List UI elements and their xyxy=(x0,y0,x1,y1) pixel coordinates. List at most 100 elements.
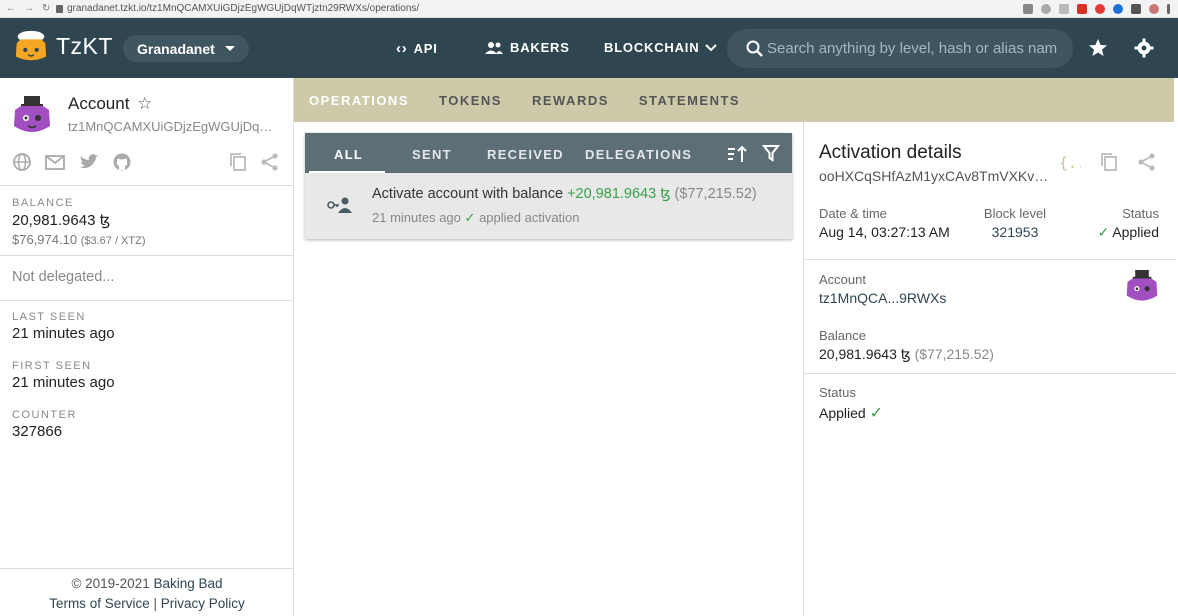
profile-avatar[interactable] xyxy=(1149,3,1159,14)
counter-value: 327866 xyxy=(12,423,63,440)
puzzle-extension-icon[interactable] xyxy=(1131,3,1141,14)
check-icon: ✓ xyxy=(1097,224,1110,240)
star-icon[interactable] xyxy=(1088,38,1108,58)
globe-icon[interactable] xyxy=(12,152,32,172)
details-title: Activation details xyxy=(819,142,962,163)
privacy-link[interactable]: Privacy Policy xyxy=(161,596,245,611)
forward-icon[interactable]: → xyxy=(24,3,34,14)
account-actions xyxy=(228,152,280,172)
status2-label: Status xyxy=(819,385,856,400)
account-address[interactable]: tz1MnQCAMXUiGDjzEgWGUjDqWTjztn29RWXs xyxy=(68,119,283,134)
tab-operations[interactable]: OPERATIONS xyxy=(309,93,409,108)
translate-icon[interactable] xyxy=(1023,3,1033,14)
gear-icon[interactable] xyxy=(1134,38,1154,58)
address-text: granadanet.tzkt.io/tz1MnQCAMXUiGDjzEgWGU… xyxy=(67,3,420,14)
balance-field: Balance 20,981.9643 ꜩ ($77,215.52) xyxy=(819,328,994,363)
operation-row[interactable]: Activate account with balance +20,981.96… xyxy=(305,173,792,239)
account-title-text: Account xyxy=(68,94,130,113)
account-tabs: OPERATIONS TOKENS REWARDS STATEMENTS xyxy=(294,78,1174,122)
filter-delegations[interactable]: DELEGATIONS xyxy=(585,147,692,162)
github-icon[interactable] xyxy=(112,152,132,172)
tzkt-cat-logo-icon[interactable] xyxy=(12,28,50,66)
nav-api[interactable]: ‹› API xyxy=(396,40,438,57)
operation-text: Activate account with balance xyxy=(372,186,564,202)
address-bar[interactable]: granadanet.tzkt.io/tz1MnQCAMXUiGDjzEgWGU… xyxy=(56,2,1023,16)
details-balance-usd: ($77,215.52) xyxy=(914,346,994,362)
search-icon xyxy=(746,40,763,57)
footer-links: Terms of Service | Privacy Policy xyxy=(0,594,294,614)
zoom-icon[interactable] xyxy=(1041,3,1051,14)
activation-details-panel: Activation details ooHXCqSHfAzM1yxCAv8Tm… xyxy=(803,122,1176,616)
account-panel: Account ☆ tz1MnQCAMXUiGDjzEgWGUjDqWTjztn… xyxy=(0,78,294,616)
sort-icon[interactable] xyxy=(726,144,748,164)
operation-time: 21 minutes ago xyxy=(372,210,461,225)
nav-api-label: API xyxy=(413,41,438,56)
company-link[interactable]: Baking Bad xyxy=(153,576,222,591)
browser-toolbar: ← → ↻ granadanet.tzkt.io/tz1MnQCAMXUiGDj… xyxy=(0,0,1178,18)
balance-section: BALANCE 20,981.9643 ꜩ $76,974.10 ($3.67 … xyxy=(0,186,294,256)
twitter-icon[interactable] xyxy=(78,152,100,172)
tab-rewards[interactable]: REWARDS xyxy=(532,93,609,108)
check-icon: ✓ xyxy=(869,405,883,422)
balance-usd: $76,974.10 ($3.67 / XTZ) xyxy=(12,232,282,247)
account-link[interactable]: tz1MnQCA...9RWXs xyxy=(819,290,946,306)
block-label: Block level xyxy=(983,206,1047,221)
divider xyxy=(804,259,1176,260)
back-icon[interactable]: ← xyxy=(6,3,16,14)
svg-text:{..}: {..} xyxy=(1059,154,1081,172)
check-icon: ✓ xyxy=(464,210,476,225)
filter-received[interactable]: RECEIVED xyxy=(487,147,564,162)
operation-meta: 21 minutes ago ✓ applied activation xyxy=(372,210,580,226)
tab-tokens[interactable]: TOKENS xyxy=(439,93,502,108)
search-box[interactable] xyxy=(727,29,1073,68)
account-avatar[interactable] xyxy=(1125,270,1159,304)
operation-hash[interactable]: ooHXCqSHfAzM1yxCAv8TmVXKvPkxQyLSKVWb3cKm… xyxy=(819,168,1054,184)
reload-icon[interactable]: ↻ xyxy=(42,3,50,14)
status2-value: Applied xyxy=(819,405,866,421)
balance-rate: ($3.67 / XTZ) xyxy=(80,235,146,247)
filter-icon[interactable] xyxy=(762,144,780,162)
share-icon[interactable] xyxy=(1137,152,1157,172)
operation-description: Activate account with balance +20,981.96… xyxy=(372,186,757,202)
operation-status: applied activation xyxy=(479,210,580,225)
bookmark-star-icon[interactable] xyxy=(1059,3,1069,14)
caret-down-icon xyxy=(225,46,235,51)
terms-link[interactable]: Terms of Service xyxy=(49,596,150,611)
filter-all[interactable]: ALL xyxy=(334,147,363,162)
chevron-down-icon xyxy=(705,43,718,51)
extension-icon[interactable] xyxy=(1113,3,1123,14)
first-seen: FIRST SEEN 21 minutes ago xyxy=(12,360,115,391)
favorite-star-icon[interactable]: ☆ xyxy=(137,94,152,113)
last-seen-label: LAST SEEN xyxy=(12,311,86,323)
filter-sent[interactable]: SENT xyxy=(412,147,452,162)
last-seen-value: 21 minutes ago xyxy=(12,325,115,342)
copy-icon[interactable] xyxy=(228,152,248,172)
pdf-extension-icon[interactable] xyxy=(1077,3,1087,14)
first-seen-label: FIRST SEEN xyxy=(12,360,92,372)
datetime-field: Date & time Aug 14, 03:27:13 AM xyxy=(819,206,950,240)
network-selector[interactable]: Granadanet xyxy=(123,35,249,62)
nav-bakers[interactable]: BAKERS xyxy=(484,40,570,55)
json-icon[interactable]: {..} xyxy=(1059,152,1081,174)
adblock-extension-icon[interactable] xyxy=(1095,3,1105,14)
details-balance-value: 20,981.9643 ꜩ xyxy=(819,346,911,362)
copy-icon[interactable] xyxy=(1099,152,1119,172)
browser-extensions xyxy=(1023,3,1178,14)
email-icon[interactable] xyxy=(44,152,66,172)
search-input[interactable] xyxy=(767,40,1057,57)
brand-name[interactable]: TzKT xyxy=(56,33,113,60)
site-header: TzKT Granadanet ‹› API BAKERS BLOCKCHAIN xyxy=(0,18,1178,78)
operations-card: ALL SENT RECEIVED DELEGATIONS Activate a… xyxy=(305,133,792,239)
account-label: Account xyxy=(819,272,866,287)
browser-nav: ← → ↻ xyxy=(0,3,56,14)
first-seen-value: 21 minutes ago xyxy=(12,374,115,391)
details-balance: 20,981.9643 ꜩ ($77,215.52) xyxy=(819,346,994,363)
block-value[interactable]: 321953 xyxy=(984,224,1046,240)
nav-blockchain[interactable]: BLOCKCHAIN xyxy=(604,40,718,55)
counter-label: COUNTER xyxy=(12,409,77,421)
avatar xyxy=(14,96,50,132)
browser-menu-icon[interactable] xyxy=(1167,3,1170,14)
tab-statements[interactable]: STATEMENTS xyxy=(639,93,740,108)
details-balance-label: Balance xyxy=(819,328,866,343)
share-icon[interactable] xyxy=(260,152,280,172)
